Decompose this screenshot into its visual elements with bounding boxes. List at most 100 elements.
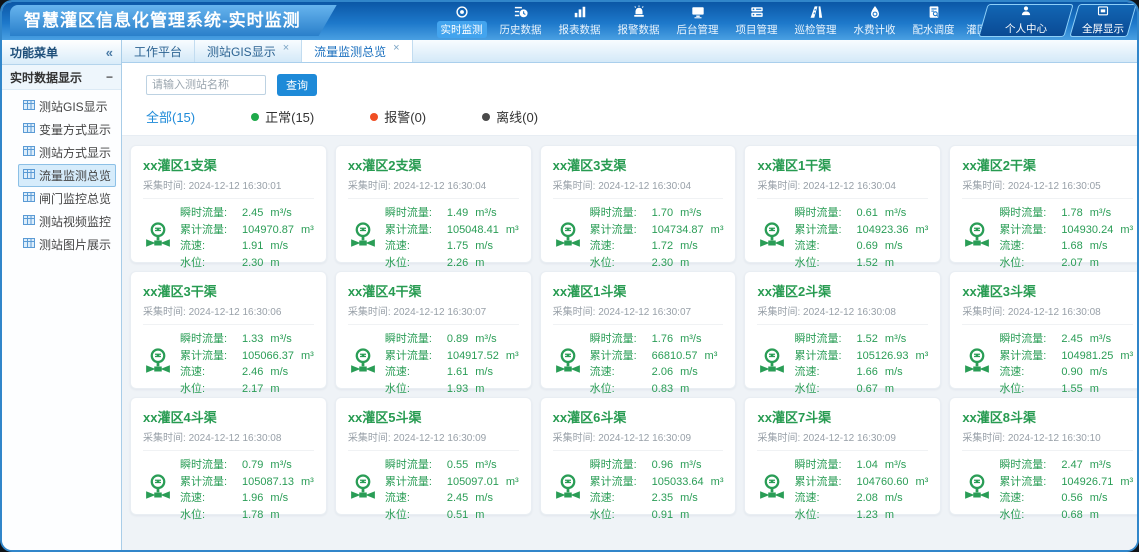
flow-meter-icon [348,347,378,382]
velocity-unit: m/s [680,490,698,507]
total-flow-unit: m³ [915,222,928,239]
filter-normal[interactable]: 正常(15) [251,107,314,126]
station-card[interactable]: xx灌区5斗渠 采集时间: 2024-12-12 16:30:09 [335,397,532,515]
sidebar-item[interactable]: 测站视频监控 [2,210,121,233]
total-flow-label: 累计流量: [794,222,856,239]
velocity-unit: m/s [885,364,903,381]
station-card[interactable]: xx灌区7斗渠 采集时间: 2024-12-12 16:30:09 [744,397,941,515]
collect-time-label: 采集时间: [962,181,1005,192]
station-card[interactable]: xx灌区6斗渠 采集时间: 2024-12-12 16:30:09 [540,397,737,515]
station-name: xx灌区7斗渠 [757,407,928,426]
sidebar-item[interactable]: 测站图片展示 [2,233,121,256]
nav-item-water-dispatch[interactable]: 配水调度 [904,2,963,40]
nav-item-report-data[interactable]: 报表数据 [550,2,609,40]
sidebar-item[interactable]: 流量监测总览 [2,164,121,187]
station-name: xx灌区1支渠 [143,155,314,174]
total-flow-value: 105033.64 [652,474,704,491]
collect-time-value: 2024-12-12 16:30:10 [1008,433,1101,444]
search-toolbar: 查询 [122,63,1137,96]
top-header: 智慧灌区信息化管理系统-实时监测 实时监测 历史数据 报表数据 报警数据 后台管… [2,2,1137,40]
instant-flow-value: 1.70 [652,205,673,222]
tab-station-gis[interactable]: 测站GIS显示 × [195,40,302,62]
filter-offline[interactable]: 离线(0) [482,107,538,126]
station-card[interactable]: xx灌区1支渠 采集时间: 2024-12-12 16:30:01 [130,145,327,263]
station-card[interactable]: xx灌区2支渠 采集时间: 2024-12-12 16:30:04 [335,145,532,263]
sidebar-item-label: 测站GIS显示 [39,98,108,115]
close-icon[interactable]: × [393,43,399,54]
nav-item-history-data[interactable]: 历史数据 [491,2,550,40]
sidebar-item[interactable]: 测站方式显示 [2,141,121,164]
water-level-value: 0.68 [1061,507,1082,524]
table-icon [23,145,35,160]
instant-flow-value: 0.55 [447,457,468,474]
water-level-label: 水位: [385,507,447,524]
station-card[interactable]: xx灌区8斗渠 采集时间: 2024-12-12 16:30:10 [949,397,1137,515]
instant-flow-unit: m³/s [885,457,906,474]
station-card[interactable]: xx灌区3斗渠 采集时间: 2024-12-12 16:30:08 [949,271,1137,389]
sidebar-item-label: 测站视频监控 [39,213,111,230]
sidebar-group-realtime-display[interactable]: 实时数据显示 − [2,65,121,90]
monitor-icon [690,5,706,19]
total-flow-unit: m³ [915,348,928,365]
station-card[interactable]: xx灌区4斗渠 采集时间: 2024-12-12 16:30:08 [130,397,327,515]
sidebar-collapse-icon[interactable]: « [106,45,113,60]
nav-item-inspection-management[interactable]: 巡检管理 [786,2,845,40]
person-icon [1019,5,1033,20]
velocity-value: 2.45 [447,490,468,507]
sidebar-item[interactable]: 闸门监控总览 [2,187,121,210]
velocity-value: 1.72 [652,238,673,255]
velocity-value: 2.35 [652,490,673,507]
total-flow-value: 104760.60 [856,474,908,491]
velocity-value: 1.66 [856,364,877,381]
station-card[interactable]: xx灌区3干渠 采集时间: 2024-12-12 16:30:06 [130,271,327,389]
sidebar-item[interactable]: 测站GIS显示 [2,95,121,118]
nav-item-project-management[interactable]: 项目管理 [727,2,786,40]
instant-flow-label: 瞬时流量: [180,457,242,474]
collect-time-label: 采集时间: [143,433,186,444]
velocity-label: 流速: [999,364,1061,381]
fullscreen-button[interactable]: 全屏显示 [1069,4,1136,37]
table-icon [23,191,35,206]
main-area: 工作平台 测站GIS显示 × 流量监测总览 × 查询 全部(15) [122,40,1137,550]
station-card[interactable]: xx灌区1干渠 采集时间: 2024-12-12 16:30:04 [744,145,941,263]
user-center-button[interactable]: 个人中心 [978,4,1073,37]
sidebar-item-label: 闸门监控总览 [39,190,111,207]
instant-flow-value: 2.47 [1061,457,1082,474]
tab-flow-overview[interactable]: 流量监测总览 × [302,40,412,62]
table-icon [23,99,35,114]
total-flow-unit: m³ [506,474,519,491]
nav-item-backend-management[interactable]: 后台管理 [668,2,727,40]
water-level-unit: m [270,255,279,272]
instant-flow-value: 1.78 [1061,205,1082,222]
velocity-unit: m/s [680,364,698,381]
velocity-label: 流速: [794,364,856,381]
nav-item-alarm-data[interactable]: 报警数据 [609,2,668,40]
water-level-unit: m [1090,381,1099,398]
filter-all[interactable]: 全部(15) [146,107,195,126]
water-level-unit: m [475,255,484,272]
station-card[interactable]: xx灌区4干渠 采集时间: 2024-12-12 16:30:07 [335,271,532,389]
station-card[interactable]: xx灌区2斗渠 采集时间: 2024-12-12 16:30:08 [744,271,941,389]
tab-workbench[interactable]: 工作平台 [122,40,195,62]
search-button[interactable]: 查询 [277,74,317,96]
nav-item-realtime-monitor[interactable]: 实时监测 [432,2,491,40]
station-card[interactable]: xx灌区2干渠 采集时间: 2024-12-12 16:30:05 [949,145,1137,263]
app-title: 智慧灌区信息化管理系统-实时监测 [10,5,337,36]
collect-time-label: 采集时间: [962,307,1005,318]
group-collapse-icon[interactable]: − [106,70,113,84]
total-flow-value: 104926.71 [1061,474,1113,491]
filter-alarm[interactable]: 报警(0) [370,107,426,126]
velocity-unit: m/s [680,238,698,255]
water-level-value: 2.17 [242,381,263,398]
station-card[interactable]: xx灌区3支渠 采集时间: 2024-12-12 16:30:04 [540,145,737,263]
nav-item-water-fee[interactable]: 水费计收 [845,2,904,40]
close-icon[interactable]: × [283,43,289,54]
velocity-value: 1.91 [242,238,263,255]
search-input[interactable] [146,75,266,95]
station-name: xx灌区3斗渠 [962,281,1133,300]
water-level-unit: m [885,255,894,272]
collect-time-label: 采集时间: [962,433,1005,444]
station-card[interactable]: xx灌区1斗渠 采集时间: 2024-12-12 16:30:07 [540,271,737,389]
sidebar-item[interactable]: 变量方式显示 [2,118,121,141]
velocity-value: 1.61 [447,364,468,381]
